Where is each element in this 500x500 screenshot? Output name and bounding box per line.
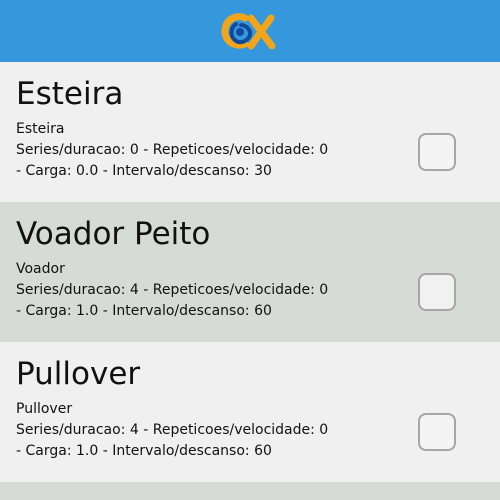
next-list-item-edge — [0, 482, 500, 500]
exercise-item: Pullover Pullover Series/duracao: 4 - Re… — [0, 342, 500, 482]
workout-screen: Esteira Esteira Series/duracao: 0 - Repe… — [0, 0, 500, 500]
exercise-complete-checkbox[interactable] — [418, 413, 456, 451]
exercise-list: Esteira Esteira Series/duracao: 0 - Repe… — [0, 62, 500, 482]
exercise-complete-checkbox[interactable] — [418, 273, 456, 311]
ox-logo-icon — [221, 13, 276, 50]
exercise-title: Esteira — [16, 76, 124, 112]
exercise-title: Pullover — [16, 356, 141, 392]
exercise-item: Esteira Esteira Series/duracao: 0 - Repe… — [0, 62, 500, 202]
exercise-complete-checkbox[interactable] — [418, 133, 456, 171]
exercise-title: Voador Peito — [16, 216, 211, 252]
app-header — [0, 0, 500, 62]
exercise-item: Voador Peito Voador Series/duracao: 4 - … — [0, 202, 500, 342]
